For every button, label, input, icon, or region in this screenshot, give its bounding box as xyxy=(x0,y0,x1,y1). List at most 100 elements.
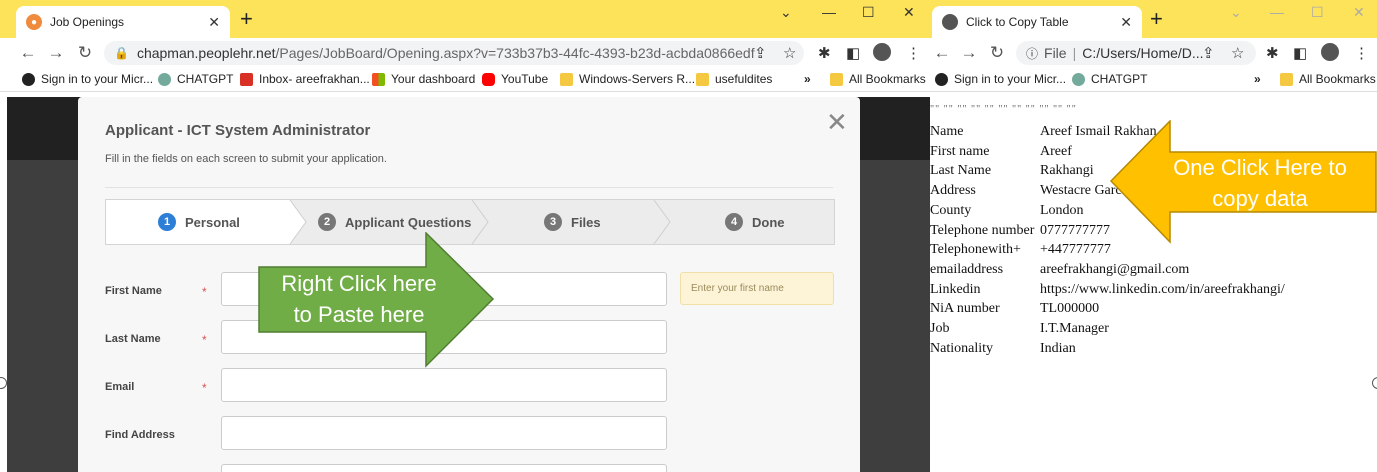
bookmark-item[interactable]: Sign in to your Micr... xyxy=(935,72,1066,86)
globe-icon xyxy=(22,72,35,86)
step-separator xyxy=(653,200,671,244)
bookmark-item[interactable]: YouTube xyxy=(482,72,548,86)
tab-search-chevron-icon[interactable]: ⌄ xyxy=(780,4,792,21)
reload-icon[interactable]: ↻ xyxy=(985,43,1009,63)
tab-label: Job Openings xyxy=(50,15,125,29)
find-address-label: Find Address xyxy=(105,429,175,441)
copy-table-key: Linkedin xyxy=(930,281,981,297)
bookmark-item[interactable]: Inbox- areefrakhan... xyxy=(240,72,370,86)
paste-callout-text: Right Click here to Paste here xyxy=(281,271,437,327)
share-icon[interactable]: ⇪ xyxy=(1202,44,1215,62)
globe-icon xyxy=(935,72,948,86)
back-icon[interactable]: ← xyxy=(16,43,40,63)
gmail-icon xyxy=(240,72,253,86)
side-panel-icon[interactable]: ◧ xyxy=(846,44,860,62)
left-browser-window: ● Job Openings ✕ + ⌄ — ☐ ✕ ← → ↻ 🔒 chapm… xyxy=(0,0,930,472)
find-address-input[interactable] xyxy=(221,416,667,450)
required-marker: * xyxy=(202,381,207,395)
peoplehr-favicon-icon: ● xyxy=(26,14,42,30)
close-window-icon[interactable]: ✕ xyxy=(903,4,915,21)
last-name-label: Last Name xyxy=(105,333,161,345)
tab-label: Click to Copy Table xyxy=(966,15,1069,29)
bookmark-folder[interactable]: usefuldites xyxy=(696,72,772,86)
side-panel-icon[interactable]: ◧ xyxy=(1293,44,1307,62)
folder-icon xyxy=(560,72,573,86)
modal-close-icon[interactable]: ✕ xyxy=(826,107,848,138)
copy-callout-text: One Click Here to copy data xyxy=(1173,155,1347,211)
email-input[interactable] xyxy=(221,368,667,402)
maximize-icon[interactable]: ☐ xyxy=(862,4,875,21)
all-bookmarks-button[interactable]: All Bookmarks xyxy=(830,72,926,86)
copy-table-value: +447777777 xyxy=(1040,242,1111,258)
share-icon[interactable]: ⇪ xyxy=(754,44,767,62)
forward-icon[interactable]: → xyxy=(44,43,68,63)
copy-table-value: Indian xyxy=(1040,340,1076,356)
tab-search-chevron-icon[interactable]: ⌄ xyxy=(1230,4,1242,21)
step-files[interactable]: 3 Files xyxy=(544,200,601,244)
globe-icon xyxy=(942,14,958,30)
folder-icon xyxy=(1280,72,1293,86)
bookmarks-overflow-button[interactable]: » xyxy=(1254,72,1261,86)
first-name-label: First Name xyxy=(105,285,162,297)
bookmarks-overflow-button[interactable]: » xyxy=(804,72,811,86)
tab-click-to-copy[interactable]: Click to Copy Table ✕ xyxy=(932,6,1142,38)
minimize-icon[interactable]: — xyxy=(822,4,836,20)
new-tab-icon[interactable]: + xyxy=(240,8,253,30)
required-marker: * xyxy=(202,285,207,299)
info-icon: ⓘ xyxy=(1026,46,1039,61)
back-icon[interactable]: ← xyxy=(930,43,954,63)
extensions-icon[interactable]: ✱ xyxy=(818,44,831,62)
tab-job-openings[interactable]: ● Job Openings ✕ xyxy=(16,6,230,38)
minimize-icon[interactable]: — xyxy=(1270,4,1284,20)
copy-table-key: Nationality xyxy=(930,340,993,356)
copy-table-key: emailaddress xyxy=(930,261,1004,277)
bookmark-item[interactable]: Sign in to your Micr... xyxy=(22,72,153,86)
maximize-icon[interactable]: ☐ xyxy=(1311,4,1324,21)
menu-kebab-icon[interactable]: ⋮ xyxy=(906,44,921,62)
resize-handle[interactable] xyxy=(1372,377,1377,389)
tab-close-icon[interactable]: ✕ xyxy=(208,14,220,31)
step-personal[interactable]: 1 Personal xyxy=(158,200,240,244)
address-input[interactable] xyxy=(221,464,667,472)
copy-table-value: 0777777777 xyxy=(1040,222,1110,238)
bookmark-star-icon[interactable]: ☆ xyxy=(1231,44,1244,62)
close-window-icon[interactable]: ✕ xyxy=(1353,4,1365,21)
copy-table-key: NiA number xyxy=(930,301,1000,317)
all-bookmarks-button[interactable]: All Bookmarks xyxy=(1280,72,1376,86)
copy-table-key: Job xyxy=(930,321,950,336)
email-label: Email xyxy=(105,381,135,393)
profile-avatar[interactable] xyxy=(873,43,891,61)
copy-table-key: Telephonewith+ xyxy=(930,242,1021,258)
chatgpt-icon xyxy=(158,72,171,86)
copy-table-value: Areef xyxy=(1040,143,1072,159)
url-path: /Pages/JobBoard/Opening.aspx?v=733b37b3-… xyxy=(275,45,755,61)
tab-strip: Click to Copy Table ✕ + ⌄ — ☐ ✕ xyxy=(930,0,1377,38)
bookmark-item[interactable]: CHATGPT xyxy=(1072,72,1147,86)
tab-strip: ● Job Openings ✕ + ⌄ — ☐ ✕ xyxy=(0,0,930,38)
step-done[interactable]: 4 Done xyxy=(725,200,785,244)
modal-title: Applicant - ICT System Administrator xyxy=(105,122,371,139)
extensions-icon[interactable]: ✱ xyxy=(1266,44,1279,62)
new-tab-icon[interactable]: + xyxy=(1150,8,1163,30)
tab-close-icon[interactable]: ✕ xyxy=(1120,14,1132,31)
bookmark-item[interactable]: Your dashboard xyxy=(372,72,475,86)
address-bar[interactable]: ⓘ File | C:/Users/Home/D... xyxy=(1016,41,1256,65)
bookmark-star-icon[interactable]: ☆ xyxy=(783,44,796,62)
copy-table-value: Rakhangi xyxy=(1040,163,1094,179)
microsoft-icon xyxy=(372,72,385,86)
bookmark-folder[interactable]: Windows-Servers R... xyxy=(560,72,695,86)
copy-table-value: I.T.Manager xyxy=(1040,321,1109,336)
folder-icon xyxy=(830,72,843,86)
folder-icon xyxy=(696,72,709,86)
copy-table-key: Telephone number xyxy=(930,222,1035,238)
copy-table-key: County xyxy=(930,202,972,218)
profile-avatar[interactable] xyxy=(1321,43,1339,61)
reload-icon[interactable]: ↻ xyxy=(73,43,97,63)
address-bar[interactable]: 🔒 chapman.peoplehr.net/Pages/JobBoard/Op… xyxy=(104,41,804,65)
right-browser-window: Click to Copy Table ✕ + ⌄ — ☐ ✕ ← → ↻ ⓘ … xyxy=(930,0,1377,472)
copy-table-value: TL000000 xyxy=(1040,301,1100,317)
quotes-row: "" "" "" "" "" "" "" "" "" "" "" xyxy=(930,104,1077,115)
forward-icon[interactable]: → xyxy=(957,43,981,63)
bookmark-item[interactable]: CHATGPT xyxy=(158,72,233,86)
menu-kebab-icon[interactable]: ⋮ xyxy=(1354,44,1369,62)
